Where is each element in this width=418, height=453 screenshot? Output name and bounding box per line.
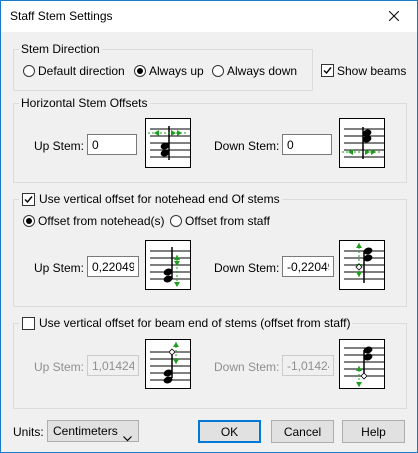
- show-beams-label[interactable]: Show beams: [337, 64, 406, 78]
- help-button-label: Help: [361, 424, 386, 439]
- b-down-stem-label: Down Stem:: [214, 360, 280, 374]
- radio-offset-from-staff-label[interactable]: Offset from staff: [185, 214, 270, 228]
- b-up-stem-preview: [145, 339, 191, 389]
- b-up-stem-input[interactable]: [87, 355, 139, 376]
- notehead-offset-checkbox[interactable]: [22, 193, 35, 206]
- units-select[interactable]: Centimeters: [47, 420, 139, 442]
- h-up-stem-input[interactable]: [87, 134, 137, 155]
- notehead-offset-checkbox-wrap: Use vertical offset for notehead end Of …: [19, 192, 282, 206]
- notehead-offset-checkbox-label[interactable]: Use vertical offset for notehead end Of …: [39, 192, 280, 206]
- n-up-stem-preview: [145, 240, 191, 290]
- h-down-stem-input[interactable]: [282, 134, 332, 155]
- n-down-stem-input[interactable]: [282, 256, 334, 277]
- radio-offset-from-notehead[interactable]: [23, 215, 35, 227]
- n-up-stem-input[interactable]: [87, 256, 139, 277]
- radio-always-up[interactable]: [134, 65, 146, 77]
- radio-always-down-label[interactable]: Always down: [227, 64, 297, 78]
- title-bar: Staff Stem Settings: [1, 1, 417, 32]
- beam-offset-checkbox-wrap: Use vertical offset for beam end of stem…: [19, 316, 353, 330]
- checkmark-icon: [323, 67, 332, 75]
- close-button[interactable]: [371, 1, 417, 32]
- units-label: Units:: [13, 425, 44, 439]
- dropdown-arrow-icon: [123, 428, 132, 448]
- dialog-window: Staff Stem Settings Stem Direction Defau…: [0, 0, 418, 453]
- show-beams-checkbox[interactable]: [321, 64, 334, 77]
- n-up-stem-label: Up Stem:: [34, 261, 85, 275]
- horizontal-offsets-label: Horizontal Stem Offsets: [19, 96, 150, 110]
- radio-always-down[interactable]: [212, 65, 224, 77]
- window-title: Staff Stem Settings: [10, 9, 113, 23]
- units-select-value: Centimeters: [53, 424, 118, 438]
- help-button[interactable]: Help: [342, 420, 405, 443]
- checkmark-icon: [24, 196, 33, 204]
- b-up-stem-label: Up Stem:: [34, 360, 85, 374]
- h-up-stem-preview: [145, 118, 191, 168]
- h-down-stem-label: Down Stem:: [214, 139, 280, 153]
- radio-offset-from-staff[interactable]: [170, 215, 182, 227]
- beam-offset-checkbox[interactable]: [22, 317, 35, 330]
- radio-default-direction[interactable]: [23, 65, 35, 77]
- n-down-stem-preview: [339, 240, 385, 290]
- ok-button-label: OK: [220, 424, 239, 439]
- n-down-stem-label: Down Stem:: [214, 261, 280, 275]
- close-icon: [388, 10, 400, 24]
- cancel-button[interactable]: Cancel: [271, 420, 334, 443]
- ok-button[interactable]: OK: [198, 420, 261, 443]
- radio-offset-from-notehead-label[interactable]: Offset from notehead(s): [38, 214, 165, 228]
- radio-always-up-label[interactable]: Always up: [149, 64, 204, 78]
- h-down-stem-preview: [339, 118, 385, 168]
- b-down-stem-input[interactable]: [282, 355, 334, 376]
- stem-direction-label: Stem Direction: [19, 42, 102, 56]
- b-down-stem-preview: [339, 339, 385, 389]
- h-up-stem-label: Up Stem:: [34, 139, 85, 153]
- radio-default-direction-label[interactable]: Default direction: [38, 64, 125, 78]
- cancel-button-label: Cancel: [283, 424, 322, 439]
- beam-offset-checkbox-label[interactable]: Use vertical offset for beam end of stem…: [39, 316, 350, 330]
